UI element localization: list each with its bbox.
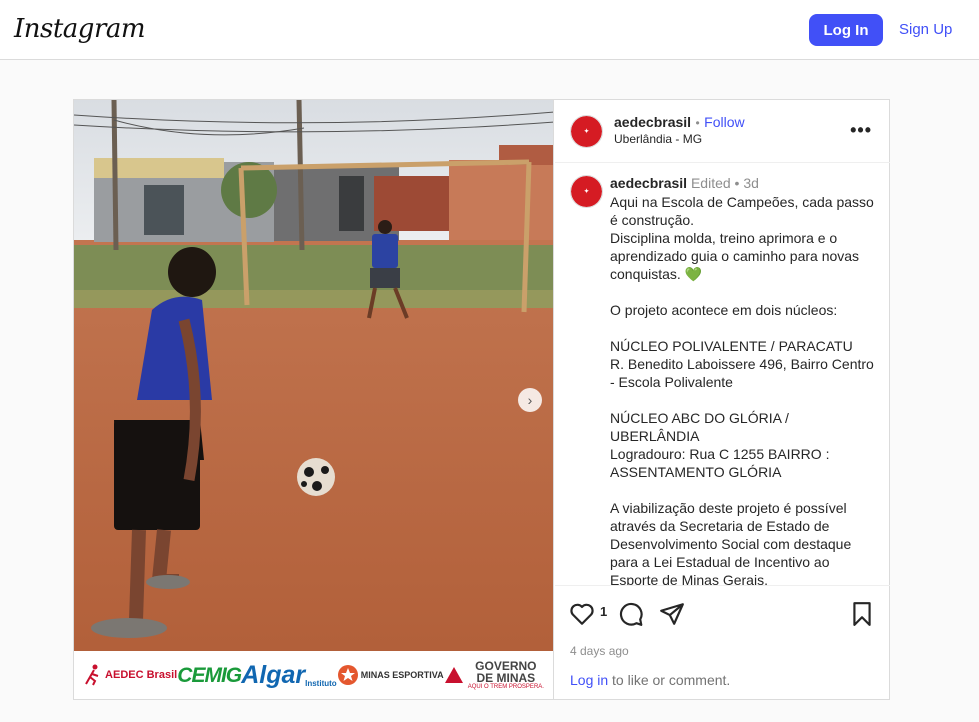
- caption-text: Aqui na Escola de Campeões, cada passo é…: [610, 194, 874, 586]
- caption-area[interactable]: ✦ aedecbrasil Edited • 3d Aqui na Escola…: [555, 163, 890, 586]
- runner-icon: [85, 664, 99, 686]
- post-header: ✦ aedecbrasil • Follow Uberlândia - MG •…: [555, 100, 890, 163]
- follow-button[interactable]: Follow: [704, 114, 744, 130]
- signup-link[interactable]: Sign Up: [899, 21, 952, 38]
- post-card: › AEDEC Brasil CEMIG Algar Instituto MIN…: [73, 99, 890, 700]
- comment-icon[interactable]: [618, 601, 644, 627]
- caption-header: aedecbrasil Edited • 3d: [610, 175, 759, 191]
- edited-label: Edited •: [690, 175, 740, 191]
- header-username[interactable]: aedecbrasil: [614, 114, 691, 130]
- caption-username[interactable]: aedecbrasil: [610, 175, 687, 191]
- login-to-comment: Log in to like or comment.: [570, 672, 730, 688]
- cemig-logo: CEMIG: [177, 663, 242, 687]
- login-link[interactable]: Log in: [570, 672, 608, 688]
- algar-prefix: Instituto: [305, 678, 337, 688]
- minas-esportiva-label: MINAS ESPORTIVA: [360, 669, 444, 680]
- post-location[interactable]: Uberlândia - MG: [614, 132, 702, 146]
- minas-esportiva-logo: MINAS ESPORTIVA: [337, 664, 444, 686]
- post-sidebar: ✦ aedecbrasil • Follow Uberlândia - MG •…: [555, 100, 890, 699]
- instagram-logo[interactable]: Instagram: [14, 14, 146, 44]
- post-photo: [74, 100, 553, 651]
- caption-avatar[interactable]: ✦: [570, 175, 603, 208]
- soccer-ball: [297, 458, 335, 496]
- gov-line2: DE MINAS: [476, 671, 536, 685]
- aedec-avatar-icon: ✦: [571, 176, 602, 207]
- more-options-icon[interactable]: •••: [850, 120, 872, 141]
- post-media[interactable]: › AEDEC Brasil CEMIG Algar Instituto MIN…: [74, 100, 554, 699]
- bookmark-icon[interactable]: [849, 601, 875, 627]
- avatar[interactable]: ✦: [570, 115, 603, 148]
- top-bar: Instagram Log In Sign Up: [0, 0, 979, 60]
- triangle-icon: [444, 667, 463, 683]
- gov-tagline: AQUI O TREM PROSPERA.: [467, 684, 544, 690]
- aedec-label: AEDEC Brasil: [105, 668, 178, 681]
- post-date[interactable]: 4 days ago: [570, 644, 629, 658]
- heart-icon[interactable]: [569, 601, 595, 627]
- cemig-label: CEMIG: [177, 663, 242, 687]
- login-button[interactable]: Log In: [809, 14, 883, 46]
- follow-separator: •: [695, 116, 700, 130]
- algar-label: Algar: [241, 660, 306, 689]
- algar-logo: Algar Instituto: [241, 660, 337, 689]
- next-slide-button[interactable]: ›: [518, 388, 542, 412]
- aedec-avatar-icon: ✦: [571, 116, 602, 147]
- login-suffix: to like or comment.: [608, 672, 731, 688]
- time-ago: 3d: [743, 175, 759, 191]
- aedec-logo: AEDEC Brasil: [84, 664, 177, 686]
- share-icon[interactable]: [659, 601, 685, 627]
- like-count[interactable]: 1: [600, 604, 607, 619]
- star-badge-icon: [337, 665, 358, 685]
- chevron-right-icon: ›: [527, 392, 533, 408]
- governo-minas-logo: GOVERNO DE MINAS AQUI O TREM PROSPERA.: [444, 660, 544, 690]
- sponsor-strip: AEDEC Brasil CEMIG Algar Instituto MINAS…: [74, 651, 553, 699]
